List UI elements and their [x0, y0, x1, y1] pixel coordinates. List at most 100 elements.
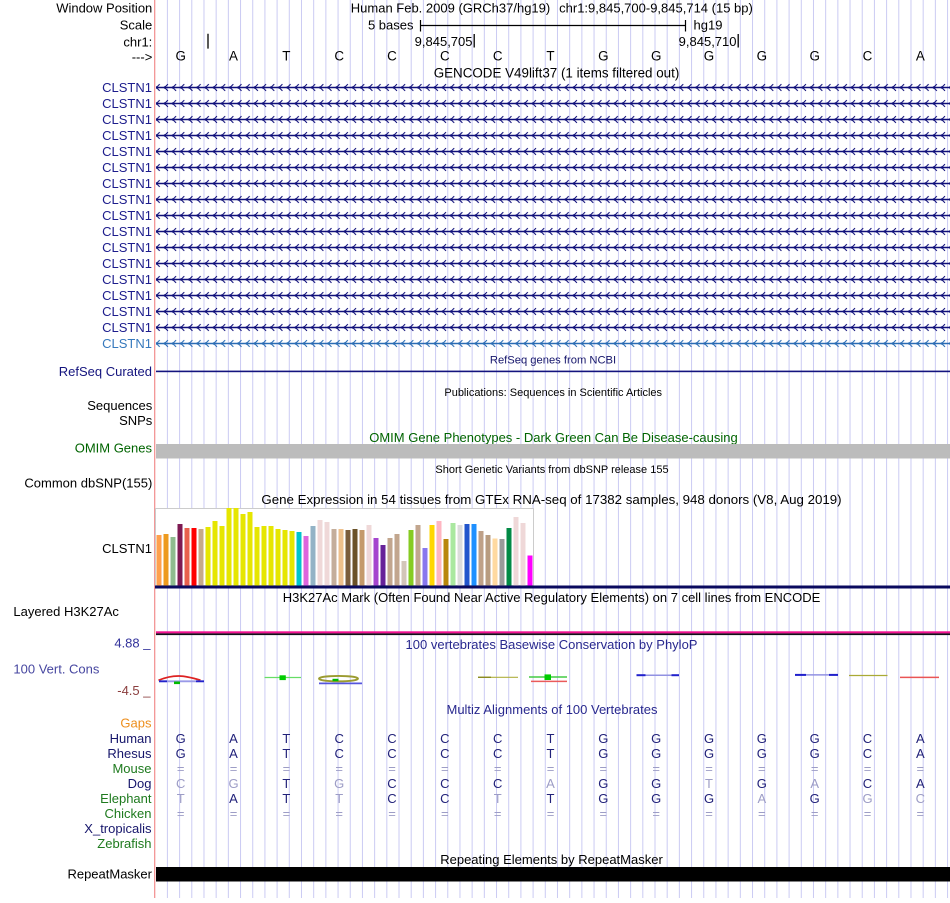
svg-text:G: G [651, 776, 661, 791]
svg-text:Gaps: Gaps [120, 716, 152, 731]
svg-text:A: A [916, 776, 925, 791]
svg-text:T: T [547, 791, 555, 806]
svg-text:A: A [916, 731, 925, 746]
svg-text:C: C [493, 48, 503, 63]
svg-text:G: G [862, 791, 872, 806]
svg-text:G: G [704, 731, 714, 746]
svg-text:C: C [335, 746, 344, 761]
svg-text:C: C [916, 791, 925, 806]
svg-text:RefSeq genes from NCBI: RefSeq genes from NCBI [490, 355, 616, 367]
svg-text:T: T [547, 731, 555, 746]
svg-text:Common dbSNP(155): Common dbSNP(155) [24, 475, 152, 490]
svg-text:A: A [229, 791, 238, 806]
svg-text:CLSTN1: CLSTN1 [102, 192, 152, 207]
svg-text:G: G [757, 776, 767, 791]
svg-text:T: T [282, 776, 290, 791]
svg-text:CLSTN1: CLSTN1 [102, 144, 152, 159]
svg-text:Mouse: Mouse [112, 761, 151, 776]
svg-text:=: = [335, 806, 343, 821]
svg-text:G: G [651, 746, 661, 761]
svg-text:G: G [334, 776, 344, 791]
svg-text:C: C [387, 791, 396, 806]
svg-text:T: T [335, 791, 343, 806]
svg-text:C: C [863, 746, 872, 761]
svg-text:A: A [810, 776, 819, 791]
svg-text:=: = [652, 761, 660, 776]
svg-text:=: = [705, 806, 713, 821]
svg-text:G: G [176, 746, 186, 761]
svg-text:G: G [598, 48, 608, 63]
svg-text:CLSTN1: CLSTN1 [102, 336, 152, 351]
svg-text:T: T [494, 791, 502, 806]
svg-text:C: C [387, 48, 397, 63]
svg-text:9,845,705: 9,845,705 [415, 34, 473, 49]
svg-text:T: T [547, 746, 555, 761]
svg-text:=: = [441, 806, 449, 821]
svg-text:Short Genetic Variants from db: Short Genetic Variants from dbSNP releas… [435, 464, 668, 476]
svg-text:G: G [810, 746, 820, 761]
svg-text:=: = [758, 761, 766, 776]
svg-text:=: = [917, 806, 925, 821]
svg-text:CLSTN1: CLSTN1 [102, 256, 152, 271]
svg-text:C: C [863, 48, 873, 63]
svg-text:C: C [493, 776, 502, 791]
svg-text:C: C [387, 731, 396, 746]
svg-text:=: = [230, 761, 238, 776]
svg-text:T: T [282, 746, 290, 761]
svg-text:=: = [177, 761, 185, 776]
svg-text:CLSTN1: CLSTN1 [102, 240, 152, 255]
svg-text:C: C [440, 746, 449, 761]
svg-text:4.88 _: 4.88 _ [114, 636, 151, 651]
svg-text:Window Position: Window Position [56, 1, 152, 16]
svg-text:CLSTN1: CLSTN1 [102, 160, 152, 175]
svg-text:=: = [388, 761, 396, 776]
svg-text:G: G [176, 731, 186, 746]
svg-text:G: G [757, 746, 767, 761]
svg-text:CLSTN1: CLSTN1 [102, 541, 152, 556]
svg-text:Sequences: Sequences [87, 398, 153, 413]
svg-text:G: G [757, 48, 767, 63]
svg-text:C: C [334, 48, 344, 63]
svg-text:G: G [651, 48, 661, 63]
svg-text:SNPs: SNPs [119, 413, 153, 428]
svg-text:A: A [229, 48, 238, 63]
svg-text:C: C [493, 746, 502, 761]
svg-text:=: = [177, 806, 185, 821]
svg-text:=: = [811, 806, 819, 821]
svg-text:=: = [811, 761, 819, 776]
svg-text:100 Vert. Cons: 100 Vert. Cons [13, 661, 99, 676]
svg-text:A: A [916, 48, 925, 63]
svg-text:G: G [228, 776, 238, 791]
svg-text:G: G [757, 731, 767, 746]
svg-text:C: C [440, 776, 449, 791]
svg-text:C: C [387, 776, 396, 791]
svg-text:G: G [598, 731, 608, 746]
svg-text:C: C [387, 746, 396, 761]
svg-text:Gene Expression in 54 tissues: Gene Expression in 54 tissues from GTEx … [261, 492, 841, 507]
svg-text:RefSeq Curated: RefSeq Curated [59, 364, 152, 379]
svg-text:X_tropicalis: X_tropicalis [84, 821, 152, 836]
svg-text:=: = [705, 761, 713, 776]
svg-text:CLSTN1: CLSTN1 [102, 96, 152, 111]
svg-text:CLSTN1: CLSTN1 [102, 112, 152, 127]
svg-text:C: C [863, 731, 872, 746]
svg-text:T: T [282, 791, 290, 806]
svg-text:Chicken: Chicken [105, 806, 152, 821]
svg-text:Rhesus: Rhesus [107, 746, 152, 761]
svg-text:G: G [598, 746, 608, 761]
svg-text:G: G [598, 791, 608, 806]
svg-text:Publications: Sequences in Sci: Publications: Sequences in Scientific Ar… [444, 387, 662, 399]
svg-text:CLSTN1: CLSTN1 [102, 288, 152, 303]
svg-text:=: = [388, 806, 396, 821]
svg-text:C: C [493, 731, 502, 746]
svg-text:=: = [283, 806, 291, 821]
svg-text:=: = [600, 761, 608, 776]
svg-text:Layered H3K27Ac: Layered H3K27Ac [13, 604, 119, 619]
svg-text:Zebrafish: Zebrafish [97, 836, 151, 851]
svg-text:T: T [282, 731, 290, 746]
svg-text:=: = [600, 806, 608, 821]
svg-text:Dog: Dog [128, 776, 152, 791]
svg-text:GENCODE V49lift37 (1 items fil: GENCODE V49lift37 (1 items filtered out) [434, 66, 680, 81]
svg-text:=: = [917, 761, 925, 776]
svg-text:C: C [176, 776, 185, 791]
